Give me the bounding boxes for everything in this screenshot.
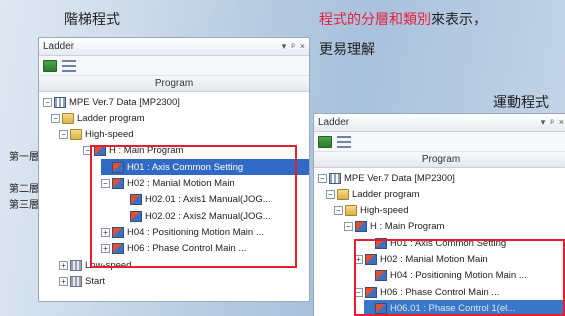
close-icon[interactable]: × — [559, 117, 564, 128]
grid-icon — [70, 275, 82, 287]
description-line-1: 程式的分層和類別來表示， — [319, 9, 487, 29]
tree-item-label: High-speed — [360, 205, 409, 217]
folder-icon — [345, 205, 357, 217]
list-view-icon[interactable] — [62, 59, 76, 72]
motion-program-caption: 運動程式 — [493, 95, 549, 111]
ladder-program-caption: 階梯程式 — [64, 12, 120, 28]
panel-toolbar — [39, 56, 309, 76]
dropdown-icon[interactable]: ▾ — [282, 41, 287, 52]
description-highlight: 程式的分層和類別 — [319, 12, 431, 28]
panel-toolbar — [314, 132, 565, 152]
tree-item-label: H : Main Program — [370, 221, 445, 233]
expand-toggle[interactable]: + — [59, 276, 68, 286]
grid-icon — [70, 259, 82, 271]
tree-item[interactable]: + Start — [59, 273, 309, 289]
program-view-icon[interactable] — [43, 59, 57, 72]
expand-toggle[interactable]: + — [59, 260, 68, 270]
highlight-box-right — [354, 239, 565, 316]
expand-toggle[interactable]: − — [326, 189, 335, 199]
folder-icon — [337, 188, 349, 200]
project-icon — [54, 96, 66, 108]
expand-toggle[interactable]: − — [318, 173, 327, 183]
program-view-icon[interactable] — [318, 135, 332, 148]
tree-item-label: MPE Ver.7 Data [MP2300] — [344, 172, 455, 184]
tree-item[interactable]: − High-speed — [59, 127, 309, 143]
pin-icon[interactable]: ᵖ — [550, 117, 553, 128]
description-rest: 來表示， — [431, 12, 487, 28]
close-icon[interactable]: × — [300, 41, 305, 52]
tree-item[interactable]: − MPE Ver.7 Data [MP2300] — [43, 94, 309, 110]
expand-toggle[interactable]: − — [334, 206, 343, 216]
level-3-label: 第三層 — [9, 200, 39, 211]
column-header-program[interactable]: Program — [314, 152, 565, 168]
tree-item-label: MPE Ver.7 Data [MP2300] — [69, 96, 180, 108]
tree-item[interactable]: − Ladder program — [326, 186, 565, 202]
panel-title: Ladder — [318, 117, 350, 128]
expand-toggle[interactable]: − — [59, 130, 68, 140]
tree-item[interactable]: − H : Main Program — [344, 219, 565, 235]
tree-item-label: Start — [85, 275, 106, 287]
expand-toggle[interactable]: − — [51, 113, 60, 123]
expand-toggle[interactable]: − — [344, 222, 353, 232]
folder-icon — [70, 129, 82, 141]
panel-titlebar: Ladder ▾ ᵖ × — [314, 114, 565, 132]
tree-item-label: High-speed — [85, 129, 134, 141]
project-icon — [329, 172, 341, 184]
description-line-2: 更易理解 — [319, 42, 375, 58]
folder-icon — [62, 112, 74, 124]
level-1-label: 第一層 — [9, 152, 39, 163]
program-icon — [355, 221, 367, 233]
highlight-box-left — [90, 145, 297, 268]
tree-item[interactable]: − MPE Ver.7 Data [MP2300] — [318, 170, 565, 186]
pin-icon[interactable]: ᵖ — [291, 41, 294, 52]
list-view-icon[interactable] — [337, 135, 351, 148]
expand-toggle[interactable]: − — [43, 97, 52, 107]
tree-item[interactable]: − Ladder program — [51, 110, 309, 126]
panel-titlebar: Ladder ▾ ᵖ × — [39, 38, 309, 56]
tree-item-label: Ladder program — [77, 112, 145, 124]
column-header-program[interactable]: Program — [39, 76, 309, 92]
dropdown-icon[interactable]: ▾ — [541, 117, 546, 128]
panel-title: Ladder — [43, 41, 75, 52]
tree-item[interactable]: − High-speed — [334, 203, 565, 219]
tree-item-label: Ladder program — [352, 188, 420, 200]
level-2-label: 第二層 — [9, 184, 39, 195]
